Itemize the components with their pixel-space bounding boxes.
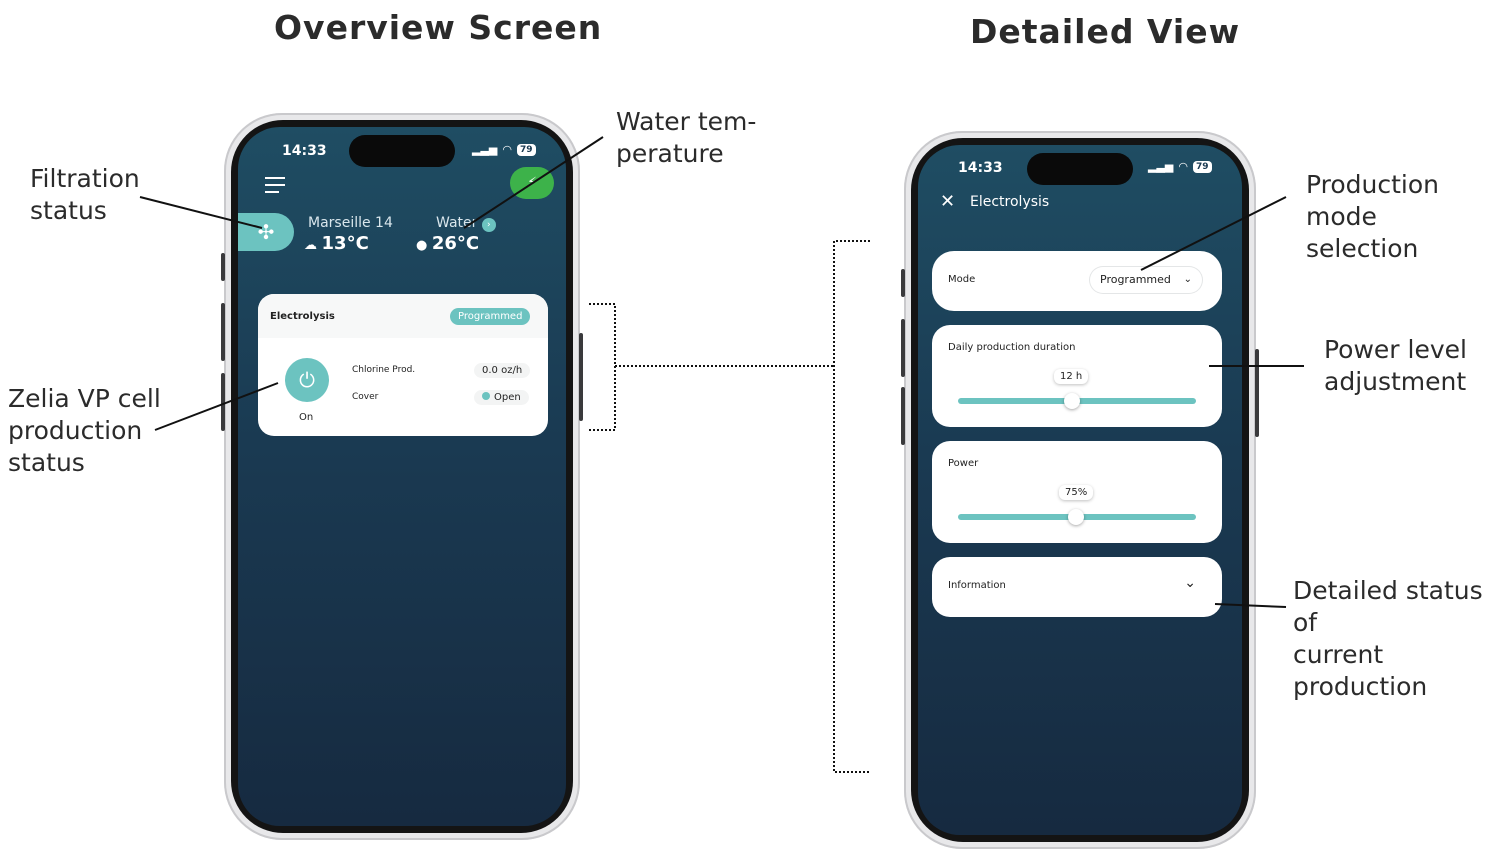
- callout-water-temperature: Water tem-perature: [616, 107, 757, 168]
- callout-production-mode: Production mode selection: [1306, 170, 1440, 263]
- callout-zelia: Zelia VP cell production status: [8, 384, 161, 477]
- callout-power-level: Power level adjustment: [1324, 335, 1467, 396]
- callout-filtration: Filtration status: [30, 164, 140, 225]
- callout-detailed-status: Detailed status of current production: [1293, 576, 1483, 701]
